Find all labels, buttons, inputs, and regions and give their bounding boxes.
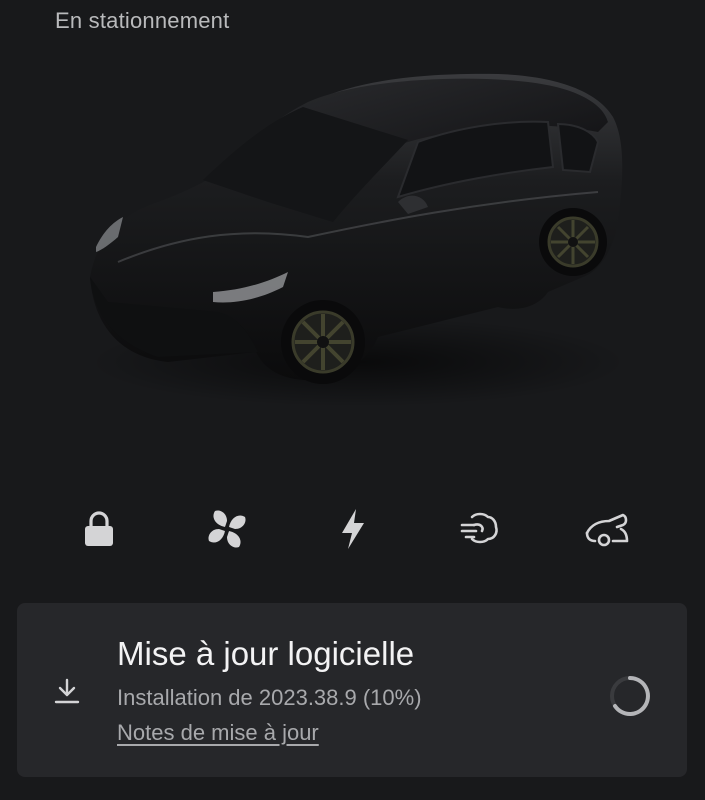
software-update-card[interactable]: Mise à jour logicielle Installation de 2… <box>17 603 687 777</box>
lock-icon <box>85 511 113 546</box>
vehicle-status-label: En stationnement <box>55 8 230 33</box>
lock-button[interactable] <box>67 500 131 558</box>
climate-button[interactable] <box>195 500 259 558</box>
update-title: Mise à jour logicielle <box>117 635 415 672</box>
trunk-button[interactable] <box>575 500 639 558</box>
quick-actions-bar <box>65 500 645 560</box>
frunk-icon <box>460 512 498 544</box>
charge-bolt-icon <box>342 509 364 549</box>
fan-icon <box>208 510 246 548</box>
charge-button[interactable] <box>321 500 385 558</box>
trunk-icon <box>585 513 629 547</box>
download-icon <box>54 678 80 704</box>
loading-spinner-icon <box>610 676 650 716</box>
vehicle-image <box>78 62 638 407</box>
frunk-button[interactable] <box>448 500 512 558</box>
release-notes-link[interactable]: Notes de mise à jour <box>117 720 319 746</box>
update-status: Installation de 2023.38.9 (10%) <box>117 685 422 710</box>
